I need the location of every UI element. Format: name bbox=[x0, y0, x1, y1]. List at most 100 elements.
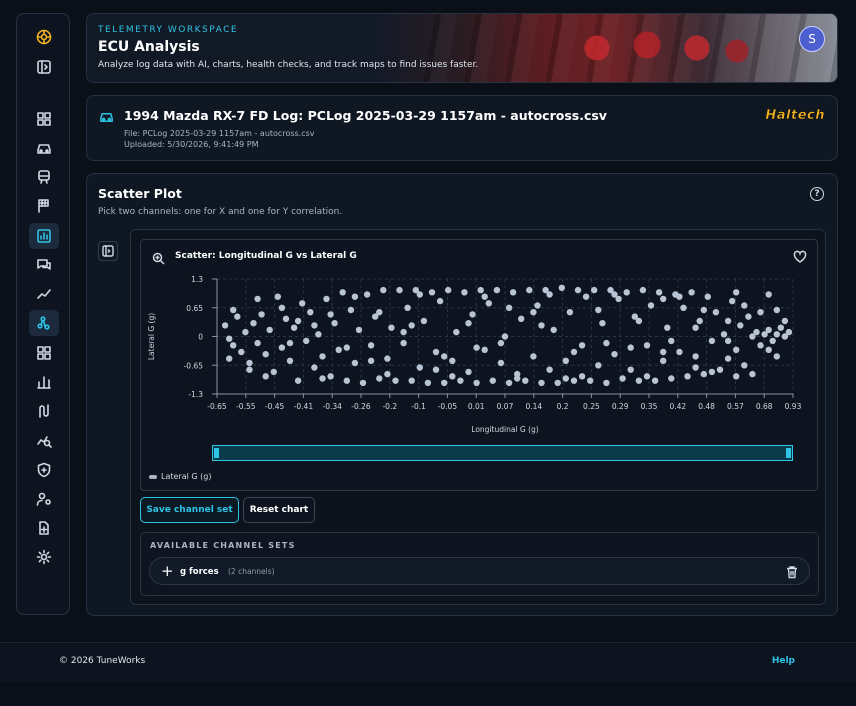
data-point bbox=[603, 379, 610, 387]
shield-icon[interactable] bbox=[29, 457, 59, 483]
zoom-range-slider[interactable] bbox=[212, 445, 793, 461]
scatter-icon[interactable] bbox=[29, 310, 59, 336]
header-photo-figures bbox=[557, 24, 757, 82]
trend-icon[interactable] bbox=[29, 281, 59, 307]
data-point bbox=[282, 315, 290, 322]
toggle-channels-icon[interactable] bbox=[98, 241, 118, 261]
data-point bbox=[327, 311, 334, 318]
data-point bbox=[591, 286, 598, 294]
x-tick-label: 0.68 bbox=[756, 402, 773, 411]
add-icon[interactable]: + bbox=[161, 563, 174, 579]
chart-icon[interactable] bbox=[29, 223, 59, 249]
car-icon[interactable] bbox=[29, 135, 59, 161]
data-point bbox=[262, 351, 269, 358]
x-tick-label: -0.55 bbox=[236, 402, 256, 411]
data-point bbox=[388, 324, 395, 331]
avatar[interactable]: S bbox=[799, 26, 825, 52]
x-tick-label: -0.1 bbox=[411, 402, 426, 411]
data-point bbox=[647, 302, 655, 309]
data-point bbox=[400, 339, 407, 347]
flag-icon[interactable] bbox=[29, 193, 59, 219]
data-point bbox=[343, 377, 350, 384]
data-point bbox=[526, 286, 533, 294]
data-point bbox=[741, 302, 748, 309]
channel-set-item[interactable]: + g forces (2 channels) bbox=[149, 557, 810, 585]
x-tick-label: -0.26 bbox=[351, 402, 371, 411]
y-tick-label: 1.3 bbox=[191, 275, 203, 284]
x-tick-label: 0.93 bbox=[785, 402, 802, 411]
data-point bbox=[457, 377, 464, 384]
x-tick-label: 0.57 bbox=[727, 402, 744, 411]
bar-chart-icon[interactable] bbox=[29, 369, 59, 395]
trash-icon[interactable] bbox=[785, 564, 799, 583]
analytics-search-icon[interactable] bbox=[29, 427, 59, 453]
help-link[interactable]: Help bbox=[772, 656, 795, 666]
dashboard-icon[interactable] bbox=[29, 106, 59, 132]
data-point bbox=[757, 309, 764, 316]
data-point bbox=[221, 322, 229, 329]
data-point bbox=[660, 357, 667, 364]
data-point bbox=[700, 306, 707, 314]
collapse-sidebar-icon[interactable] bbox=[29, 54, 59, 80]
data-point bbox=[489, 377, 496, 384]
data-point bbox=[384, 370, 391, 378]
data-point bbox=[587, 377, 594, 384]
data-point bbox=[335, 346, 342, 353]
data-point bbox=[246, 366, 253, 373]
data-point bbox=[501, 333, 509, 340]
file-add-icon[interactable] bbox=[29, 515, 59, 541]
data-point bbox=[396, 286, 403, 294]
data-point bbox=[266, 326, 273, 334]
y-tick-label: -0.65 bbox=[184, 361, 204, 370]
save-channel-set-button[interactable]: Save channel set bbox=[140, 497, 239, 523]
data-point bbox=[449, 357, 456, 364]
copyright: © 2026 TuneWorks bbox=[59, 656, 146, 666]
data-point bbox=[436, 297, 444, 305]
route-icon[interactable] bbox=[29, 398, 59, 424]
scatter-panel: Scatter Plot Pick two channels: one for … bbox=[86, 173, 838, 616]
gear-icon[interactable] bbox=[29, 544, 59, 570]
reset-chart-button[interactable]: Reset chart bbox=[243, 497, 315, 523]
data-point bbox=[323, 295, 330, 303]
x-tick-label: 0.01 bbox=[468, 402, 485, 411]
train-icon[interactable] bbox=[29, 164, 59, 190]
data-point bbox=[315, 331, 322, 338]
data-point bbox=[286, 339, 294, 347]
data-point bbox=[363, 291, 371, 298]
data-point bbox=[611, 291, 618, 298]
zoom-icon[interactable] bbox=[152, 250, 165, 269]
data-point bbox=[441, 353, 448, 360]
panel-description: Pick two channels: one for X and one for… bbox=[98, 207, 343, 217]
data-point bbox=[518, 315, 525, 322]
data-point bbox=[238, 348, 245, 356]
data-point bbox=[449, 373, 456, 380]
data-point bbox=[230, 306, 237, 314]
grid-icon[interactable] bbox=[29, 340, 59, 366]
logo-icon[interactable] bbox=[29, 24, 59, 50]
chat-icon[interactable] bbox=[29, 252, 59, 278]
data-point bbox=[773, 331, 780, 338]
panel-title: Scatter Plot bbox=[98, 186, 182, 201]
chart-legend[interactable]: Lateral G (g) bbox=[149, 472, 211, 481]
data-point bbox=[497, 359, 505, 367]
data-point bbox=[595, 362, 602, 369]
data-point bbox=[453, 328, 460, 336]
data-point bbox=[262, 373, 269, 380]
favorite-icon[interactable] bbox=[793, 249, 807, 268]
data-point bbox=[765, 291, 772, 298]
legend-swatch bbox=[149, 474, 157, 479]
data-point bbox=[465, 368, 472, 376]
help-icon[interactable]: ? bbox=[810, 187, 824, 201]
data-point bbox=[505, 379, 513, 387]
data-point bbox=[481, 346, 488, 353]
x-tick-label: 0.42 bbox=[669, 402, 686, 411]
data-point bbox=[432, 348, 440, 356]
data-point bbox=[562, 375, 569, 382]
data-point bbox=[777, 324, 784, 331]
slider-handle-right[interactable] bbox=[786, 448, 791, 458]
slider-handle-left[interactable] bbox=[214, 448, 219, 458]
data-point bbox=[384, 355, 391, 362]
data-point bbox=[367, 342, 375, 349]
user-settings-icon[interactable] bbox=[29, 486, 59, 512]
legend-label: Lateral G (g) bbox=[161, 472, 212, 481]
